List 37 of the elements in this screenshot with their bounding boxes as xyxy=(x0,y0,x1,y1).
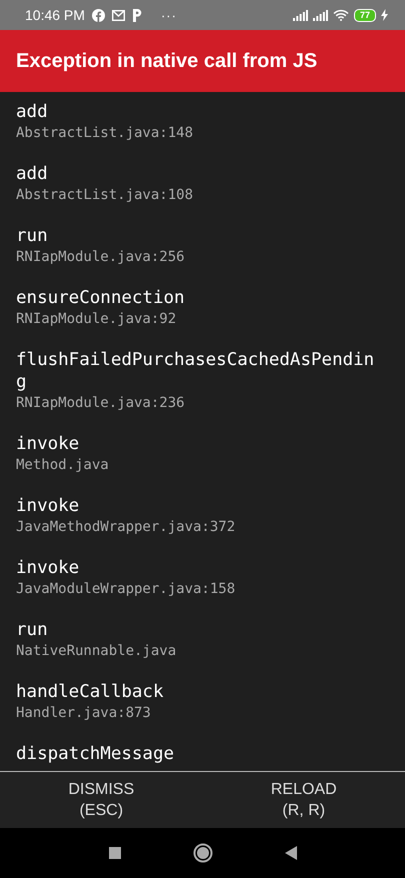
method-name: dispatchMessage xyxy=(16,743,176,765)
signal-icon xyxy=(312,10,328,20)
more-indicator: ··· xyxy=(160,8,177,22)
signal-icon xyxy=(292,10,308,20)
status-time: 10:46 PM xyxy=(25,7,85,23)
file-location: RNIapModule.java:92 xyxy=(16,310,178,329)
wifi-icon xyxy=(332,9,349,21)
file-location: JavaModuleWrapper.java:158 xyxy=(16,580,236,599)
file-location: AbstractList.java:148 xyxy=(16,124,194,143)
file-location: RNIapModule.java:236 xyxy=(16,394,186,413)
method-name: add xyxy=(16,101,49,123)
file-location: NativeRunnable.java xyxy=(16,642,178,661)
method-name: invoke xyxy=(16,495,80,517)
method-name: handleCallback xyxy=(16,681,165,703)
file-location: Handler.java:873 xyxy=(16,704,152,723)
circle-icon[interactable] xyxy=(192,843,212,863)
file-location: RNIapModule.java:256 xyxy=(16,248,186,267)
method-name: ensureConnection xyxy=(16,287,186,309)
error-title: Exception in native call from JS xyxy=(16,50,318,72)
method-name: flushFailedPurchasesCachedAsPending xyxy=(16,349,376,393)
file-location: AbstractList.java:108 xyxy=(16,186,194,205)
method-name: invoke xyxy=(16,557,80,579)
p-logo-icon xyxy=(132,8,142,22)
facebook-icon xyxy=(92,8,105,22)
method-name: invoke xyxy=(16,433,80,455)
mail-icon xyxy=(112,10,125,20)
battery-level: 77 xyxy=(354,8,376,22)
file-location: JavaMethodWrapper.java:372 xyxy=(16,518,236,537)
square-icon[interactable] xyxy=(108,847,120,859)
charging-icon xyxy=(381,9,388,21)
method-name: run xyxy=(16,619,49,641)
file-location: Method.java xyxy=(16,456,110,475)
method-name: run xyxy=(16,225,49,247)
footer-button[interactable]: DISMISS (ESC) xyxy=(0,772,202,828)
triangle-icon[interactable] xyxy=(284,846,296,860)
method-name: add xyxy=(16,163,49,185)
footer-button[interactable]: RELOAD (R, R) xyxy=(202,772,405,828)
